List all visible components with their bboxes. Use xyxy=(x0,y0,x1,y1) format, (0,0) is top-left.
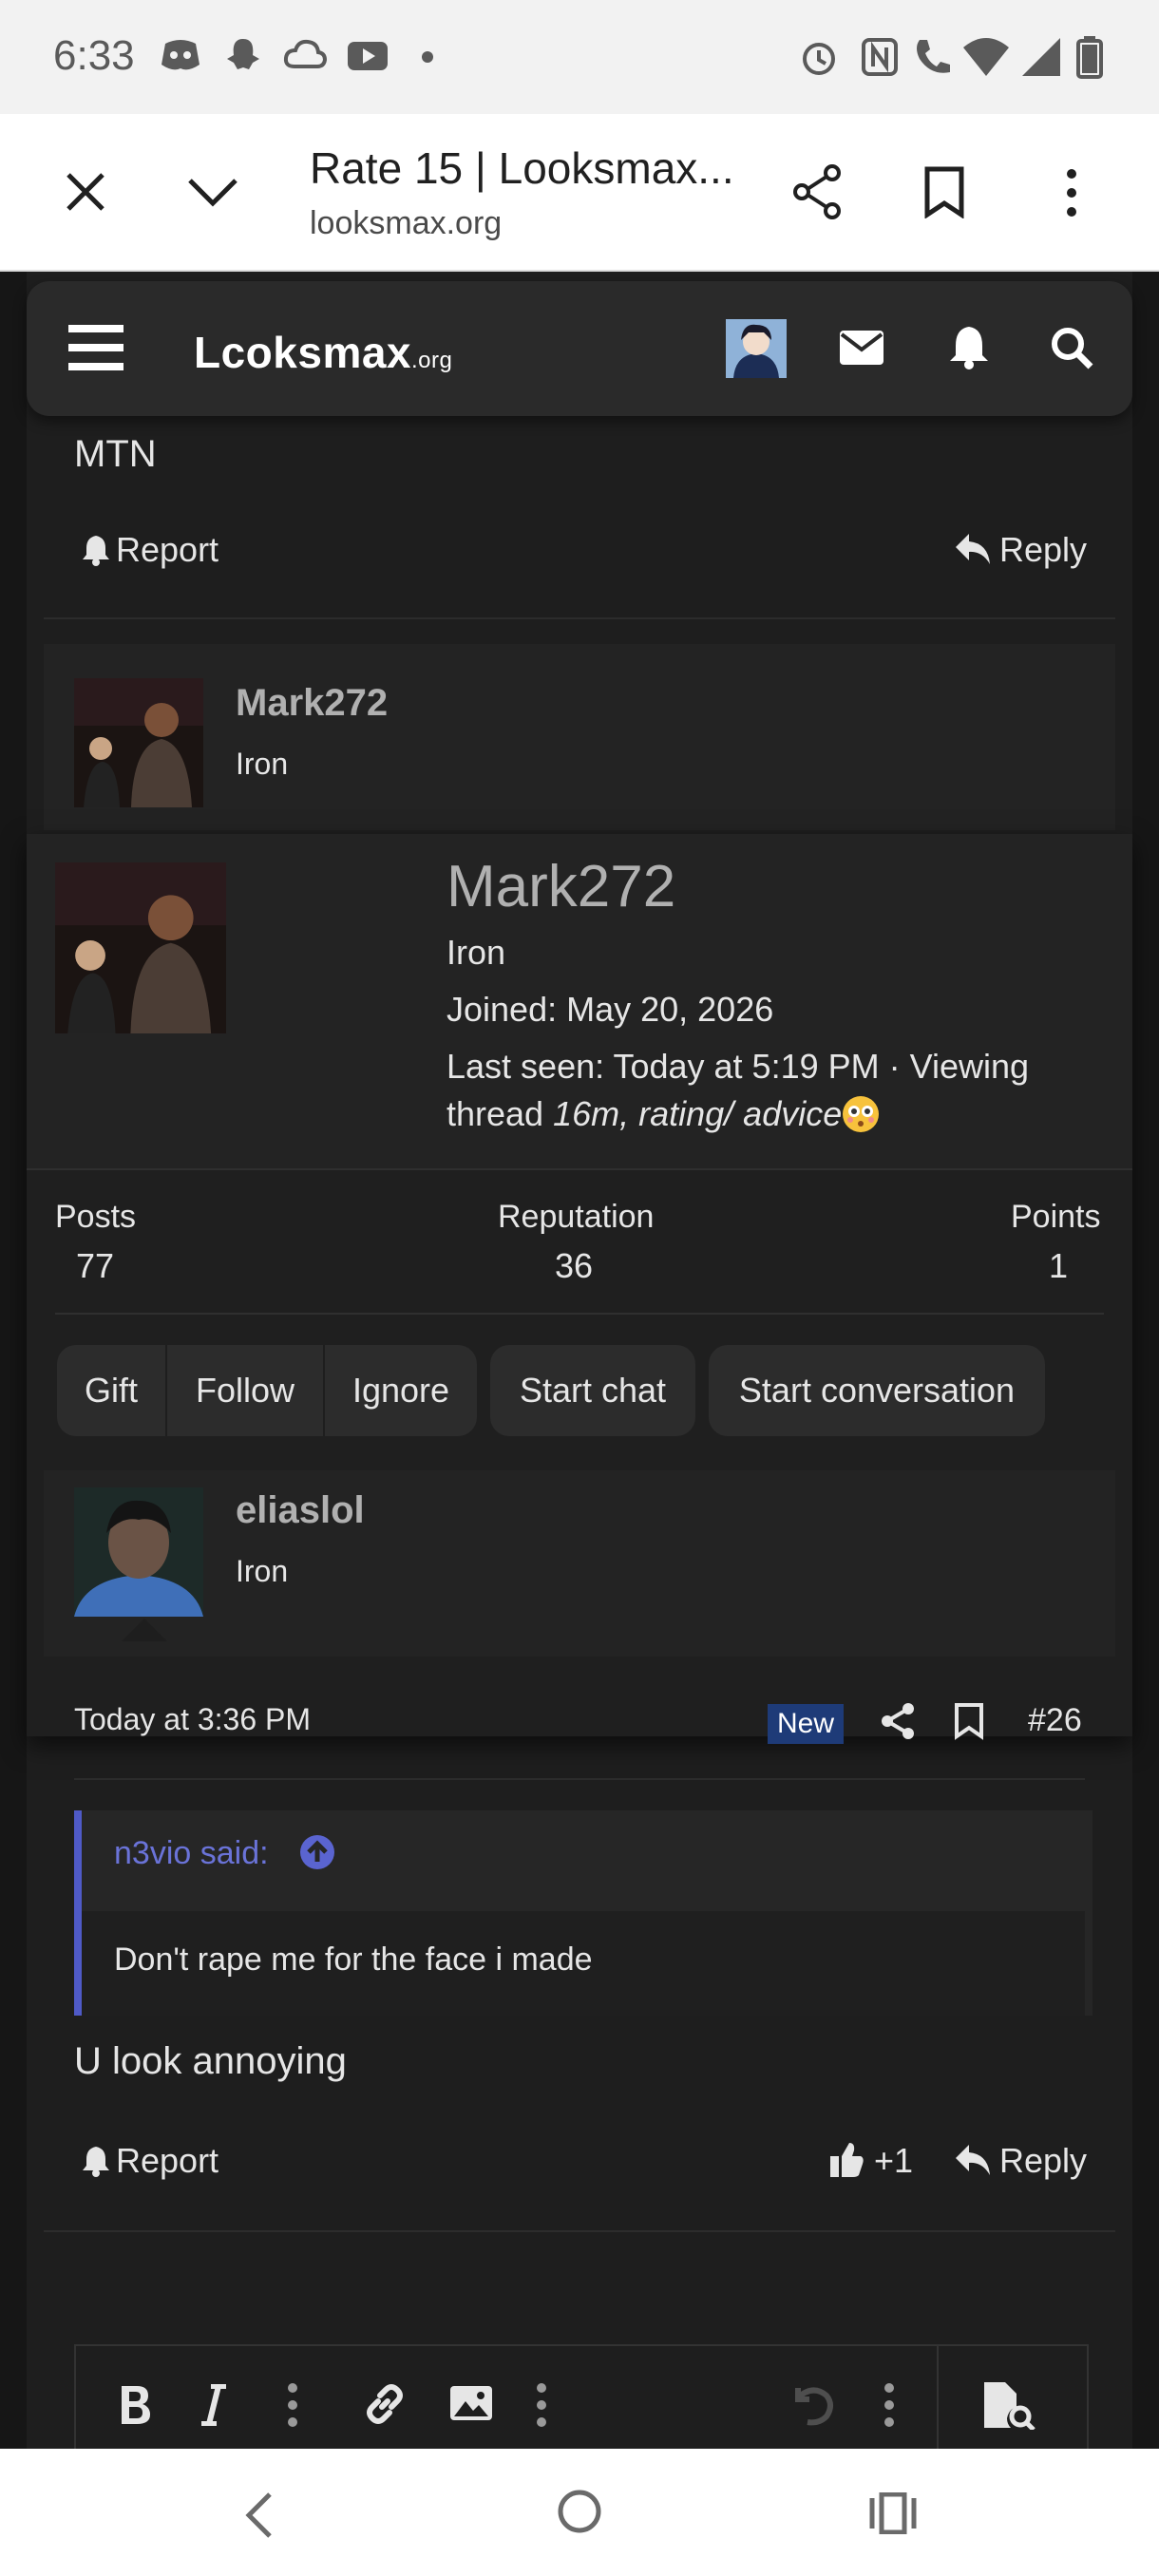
back-icon[interactable] xyxy=(243,2491,276,2540)
page-content: Lcoksmax.org MTN Report Reply Mark272 Ir… xyxy=(0,272,1159,2449)
reply-arrow-icon xyxy=(956,2145,990,2175)
post-user-rank: Iron xyxy=(236,747,289,781)
member-viewing: thread 16m, rating/ advice xyxy=(446,1094,880,1134)
status-time: 6:33 xyxy=(53,32,135,79)
undo-icon[interactable] xyxy=(790,2384,834,2426)
editor-toolbar xyxy=(74,2344,1089,2449)
divider xyxy=(74,1778,1085,1780)
cloud-icon xyxy=(283,39,327,68)
report-bell-icon xyxy=(83,536,109,566)
post-username[interactable]: eliaslol xyxy=(236,1489,365,1532)
posts-value[interactable]: 77 xyxy=(76,1246,114,1286)
browser-toolbar: Rate 15 | Looksmax... looksmax.org xyxy=(0,114,1159,272)
posts-label: Posts xyxy=(55,1199,137,1235)
avatar[interactable] xyxy=(74,678,203,807)
snapchat-icon xyxy=(227,39,259,69)
divider xyxy=(44,617,1115,619)
quote-text: Don't rape me for the face i made xyxy=(114,1941,593,1978)
follow-button[interactable]: Follow xyxy=(167,1345,325,1436)
post-user-rank: Iron xyxy=(236,1554,289,1588)
signal-icon xyxy=(1022,38,1060,76)
wifi-calling-icon xyxy=(917,40,950,73)
avatar[interactable] xyxy=(74,1487,203,1617)
member-rank: Iron xyxy=(446,933,506,972)
reputation-label: Reputation xyxy=(498,1199,655,1235)
bookmark-icon[interactable] xyxy=(923,165,965,218)
points-value[interactable]: 1 xyxy=(1049,1246,1068,1286)
post-user-header xyxy=(44,1470,1115,1657)
wifi-icon xyxy=(963,38,1009,76)
quote-block: n3vio said: Don't rape me for the face i… xyxy=(74,1810,1092,2016)
divider xyxy=(55,1313,1104,1315)
like-count[interactable]: +1 xyxy=(874,2141,913,2181)
page-title[interactable]: Rate 15 | Looksmax... xyxy=(310,142,734,194)
report-link[interactable]: Report xyxy=(116,2141,218,2181)
member-actions: Gift Follow Ignore Start chat Start conv… xyxy=(57,1345,1045,1436)
post-username[interactable]: Mark272 xyxy=(236,682,388,725)
toolbar-divider xyxy=(937,2346,939,2449)
bold-icon[interactable] xyxy=(118,2384,152,2426)
avatar-pointer xyxy=(122,1619,167,1641)
prev-report-link[interactable]: Report xyxy=(116,530,218,570)
quote-author[interactable]: n3vio said: xyxy=(114,1835,269,1872)
prev-post-text: MTN xyxy=(74,433,157,475)
more-vert-icon[interactable] xyxy=(1062,167,1081,218)
close-icon[interactable] xyxy=(63,169,108,215)
prev-reply-link[interactable]: Reply xyxy=(999,530,1087,570)
ignore-button[interactable]: Ignore xyxy=(325,1345,477,1436)
viewing-thread-link[interactable]: 16m, rating/ advice xyxy=(553,1094,842,1133)
report-bell-icon xyxy=(83,2147,109,2177)
image-icon[interactable] xyxy=(448,2384,494,2422)
reply-arrow-icon xyxy=(956,534,990,564)
member-last-seen: Last seen: Today at 5:19 PM · Viewing xyxy=(446,1047,1030,1086)
post-user-header xyxy=(44,644,1115,830)
page-url[interactable]: looksmax.org xyxy=(310,205,502,242)
divider xyxy=(44,2230,1115,2232)
share-icon[interactable] xyxy=(880,1702,916,1740)
post-number[interactable]: #26 xyxy=(1028,1702,1082,1739)
bell-icon[interactable] xyxy=(948,325,990,370)
gift-button[interactable]: Gift xyxy=(57,1345,167,1436)
system-navbar xyxy=(0,2449,1159,2576)
preview-icon[interactable] xyxy=(982,2380,1037,2430)
site-navbar: Lcoksmax.org xyxy=(27,281,1132,416)
nfc-icon xyxy=(862,38,898,76)
italic-icon[interactable] xyxy=(200,2384,228,2426)
dot-icon xyxy=(422,51,433,63)
youtube-icon xyxy=(348,42,388,70)
more-vert-icon[interactable] xyxy=(536,2382,547,2428)
discord-icon xyxy=(162,40,200,70)
link-icon[interactable] xyxy=(363,2382,407,2426)
member-joined: Joined: May 20, 2026 xyxy=(446,990,774,1029)
status-bar: 6:33 xyxy=(0,0,1159,114)
flushed-emoji-icon xyxy=(843,1096,880,1132)
post-timestamp[interactable]: Today at 3:36 PM xyxy=(74,1702,311,1737)
start-chat-button[interactable]: Start chat xyxy=(490,1345,695,1436)
start-conversation-button[interactable]: Start conversation xyxy=(709,1345,1045,1436)
new-badge: New xyxy=(768,1704,845,1744)
member-username[interactable]: Mark272 xyxy=(446,853,675,920)
points-label: Points xyxy=(1011,1199,1101,1235)
arrow-circle-up-icon[interactable] xyxy=(298,1833,336,1871)
more-vert-icon[interactable] xyxy=(884,2382,895,2428)
reply-link[interactable]: Reply xyxy=(999,2141,1087,2181)
viewing-prefix: thread xyxy=(446,1094,554,1133)
share-icon[interactable] xyxy=(790,163,844,220)
post-body: U look annoying xyxy=(74,2040,347,2082)
home-icon[interactable] xyxy=(557,2489,602,2534)
inbox-icon[interactable] xyxy=(840,331,884,365)
battery-icon xyxy=(1076,36,1103,79)
search-icon[interactable] xyxy=(1049,325,1094,370)
reputation-value: 36 xyxy=(555,1246,594,1285)
thumbs-up-icon[interactable] xyxy=(828,2141,864,2179)
bookmark-icon[interactable] xyxy=(954,1702,984,1740)
user-avatar-icon[interactable] xyxy=(726,319,787,378)
chevron-down-icon[interactable] xyxy=(186,175,239,209)
site-logo[interactable]: Lcoksmax.org xyxy=(194,327,452,378)
alarm-icon xyxy=(803,43,835,75)
recents-icon[interactable] xyxy=(868,2492,918,2534)
member-avatar[interactable] xyxy=(55,862,226,1033)
more-vert-icon[interactable] xyxy=(287,2382,298,2428)
hamburger-menu-icon[interactable] xyxy=(68,323,124,372)
